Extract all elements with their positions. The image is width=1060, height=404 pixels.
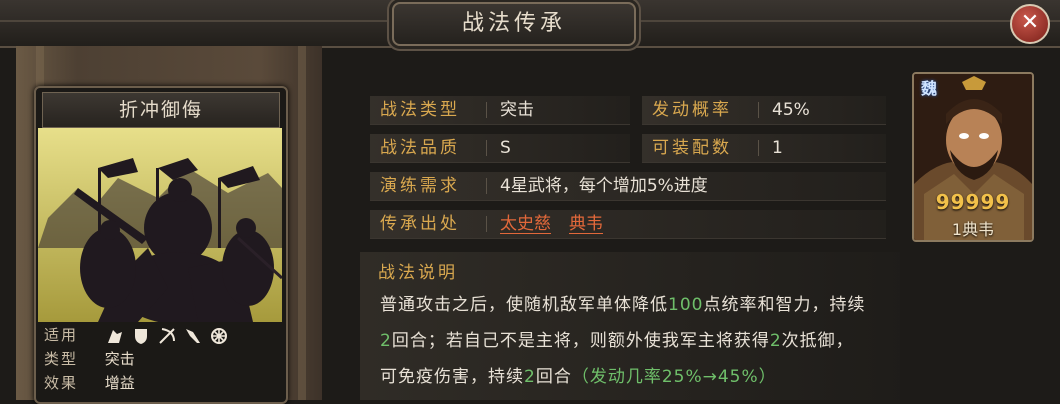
cavalry-artwork-image <box>38 128 282 322</box>
source-general-link[interactable]: 典韦 <box>569 214 603 234</box>
skill-quality-label: 战法品质 <box>380 138 460 158</box>
description-text: 次抵御， <box>781 331 854 351</box>
close-button[interactable]: ✕ <box>1010 4 1050 44</box>
training-requirement-row: 演练需求 4星武将，每个增加5%进度 <box>370 172 886 201</box>
skill-quality-value: S <box>500 138 511 158</box>
trigger-rate-label: 发动概率 <box>652 100 732 120</box>
general-stars: 99999 <box>935 190 1011 214</box>
kingdom-badge: 魏 <box>920 79 937 98</box>
shield-icon <box>134 328 147 344</box>
effect-row: 效果 增益 <box>44 372 135 394</box>
description-number: 2 <box>380 331 392 351</box>
type-label: 类型 <box>44 350 79 368</box>
trigger-rate-row: 发动概率 45% <box>642 96 886 125</box>
description-text: 点统率和智力，持续 <box>703 295 866 315</box>
skill-type-label: 战法类型 <box>380 100 460 120</box>
trigger-rate-value: 45% <box>772 100 810 120</box>
description-number: 2 <box>524 367 536 387</box>
inherit-source-row: 传承出处 太史慈 典韦 <box>370 210 886 239</box>
type-value: 突击 <box>104 350 135 368</box>
row-divider <box>486 216 487 232</box>
description-number: 100 <box>668 295 704 315</box>
skill-type-value: 突击 <box>500 100 534 120</box>
training-requirement-label: 演练需求 <box>380 176 460 196</box>
description-text: 普通攻击之后，使随机敌军单体降低 <box>380 295 668 315</box>
description-line: 可免疫伤害，持续2回合（发动几率25%→45%） <box>380 362 777 387</box>
window-title: 战法传承 <box>392 2 636 46</box>
skill-type-row: 战法类型 突击 <box>370 96 630 125</box>
skill-name: 折冲御侮 <box>42 92 280 128</box>
description-text: 可免疫伤害，持续 <box>380 367 524 387</box>
equip-slots-row: 可装配数 1 <box>642 134 886 163</box>
trigger-rate-upgrade-text: （发动几率25%→45%） <box>571 367 777 387</box>
description-number: 2 <box>769 331 782 351</box>
row-divider <box>486 178 487 194</box>
applicable-unit-icons <box>105 326 229 346</box>
row-divider <box>758 102 759 118</box>
type-row: 类型 突击 <box>44 348 135 370</box>
skill-artwork <box>38 128 282 322</box>
effect-label: 效果 <box>44 374 79 392</box>
siege-icon <box>210 327 227 344</box>
equip-slots-label: 可装配数 <box>652 138 732 158</box>
source-general-link[interactable]: 太史慈 <box>500 214 551 234</box>
inherit-source-values: 太史慈 典韦 <box>500 210 621 238</box>
inherit-source-label: 传承出处 <box>380 214 460 234</box>
training-requirement-value: 4星武将，每个增加5%进度 <box>500 176 708 196</box>
description-line: 2回合；若自己不是主将，则额外使我军主将获得2次抵御， <box>380 326 854 351</box>
description-text: 回合；若自己不是主将，则额外使我军主将获得 <box>391 331 770 351</box>
general-name: 1典韦 <box>951 220 995 239</box>
general-portrait-card[interactable]: 魏 99999 1典韦 <box>912 72 1034 242</box>
effect-value: 增益 <box>104 374 135 392</box>
description-line: 普通攻击之后，使随机敌军单体降低100点统率和智力，持续 <box>380 290 865 315</box>
description-text: 回合 <box>535 367 572 387</box>
equip-slots-value: 1 <box>772 138 783 158</box>
description-title: 战法说明 <box>378 263 458 283</box>
skill-card[interactable]: 折冲御侮 适用 类型 突击 效果 增益 <box>34 86 288 404</box>
close-x-icon[interactable]: ✕ <box>1021 10 1039 35</box>
skill-quality-row: 战法品质 S <box>370 134 630 163</box>
cavalry-icon <box>107 329 122 343</box>
wood-stripe <box>298 46 306 400</box>
applicable-row: 适用 <box>44 324 229 346</box>
row-divider <box>486 140 487 156</box>
spear-icon <box>185 328 200 343</box>
row-divider <box>758 140 759 156</box>
bow-icon <box>159 327 175 344</box>
applicable-label: 适用 <box>44 326 79 344</box>
row-divider <box>486 102 487 118</box>
